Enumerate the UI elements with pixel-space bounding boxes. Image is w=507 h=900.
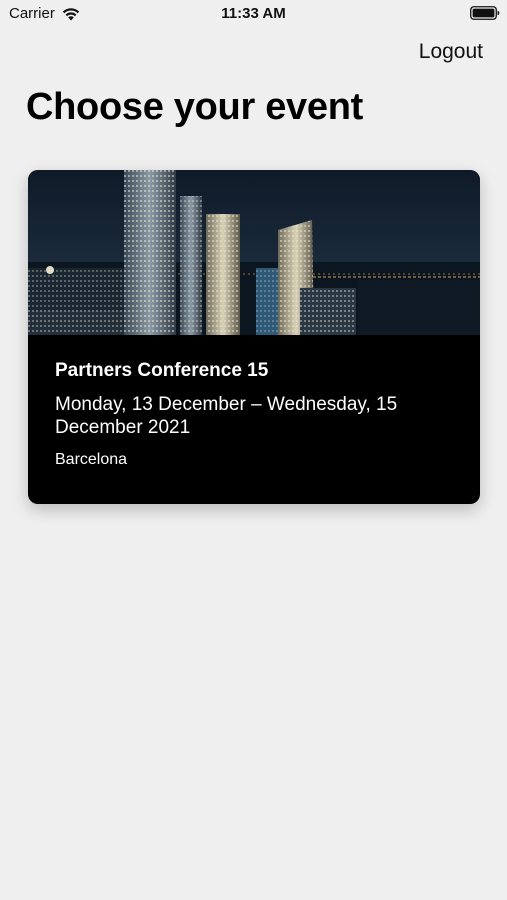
battery-icon xyxy=(470,6,500,20)
logout-button[interactable]: Logout xyxy=(419,40,483,64)
status-bar: Carrier 11:33 AM xyxy=(0,0,507,28)
event-info: Partners Conference 15 Monday, 13 Decemb… xyxy=(55,360,455,469)
city-skyline-night-image xyxy=(28,170,480,335)
status-time: 11:33 AM xyxy=(221,5,286,22)
event-card[interactable]: Partners Conference 15 Monday, 13 Decemb… xyxy=(28,170,480,504)
event-name: Partners Conference 15 xyxy=(55,360,269,381)
event-dates: Monday, 13 December – Wednesday, 15 Dece… xyxy=(55,394,398,438)
page-title: Choose your event xyxy=(26,86,363,128)
event-location: Barcelona xyxy=(55,451,128,468)
